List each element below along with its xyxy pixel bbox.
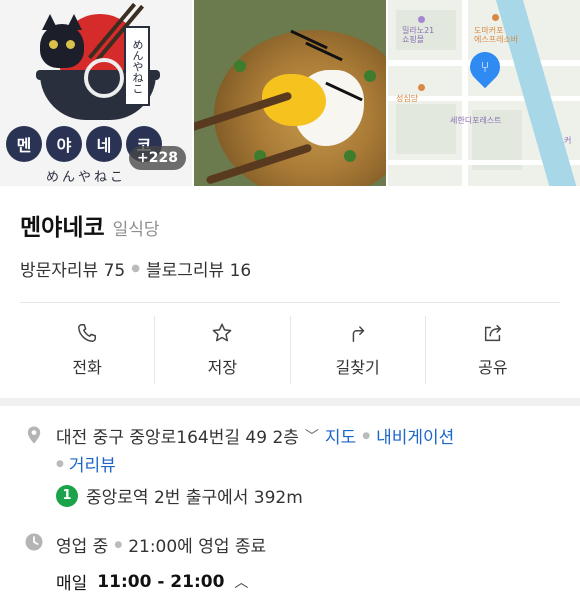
logo-char: 네 — [86, 126, 122, 162]
save-label: 저장 — [207, 358, 238, 377]
subway-line-badge: 1 — [56, 484, 78, 507]
cat-eye — [66, 40, 75, 49]
logo-char: 야 — [46, 126, 82, 162]
map-label: 커 — [564, 136, 572, 145]
logo-noodle-swirl — [84, 58, 124, 98]
map-road — [462, 0, 468, 186]
fork-knife-icon: ⑂ — [480, 58, 490, 76]
clock-icon — [25, 533, 43, 551]
action-bar: 전화 저장 길찾기 공유 — [20, 316, 560, 384]
section-separator — [0, 398, 580, 406]
garnish — [344, 150, 356, 162]
separator-dot: ● — [56, 458, 64, 469]
separator-dot: ● — [362, 430, 371, 441]
map-thumbnail[interactable]: 밀라노21 쇼핑몰 도마커포 에스프레소바 성심당 세한디포레스트 커 ⑂ — [388, 0, 580, 186]
directions-icon — [352, 326, 364, 342]
share-icon — [484, 324, 501, 342]
logo-vertical-text: めんやねこ — [124, 26, 150, 106]
address-row: 대전 중구 중앙로164번길 49 2층 ﹀ 지도 ● 내비게이션 — [56, 423, 454, 448]
logo-char: 멘 — [6, 126, 42, 162]
blog-reviews-link[interactable]: 블로그리뷰 16 — [146, 256, 251, 281]
photo-count-badge[interactable]: +228 — [129, 146, 186, 170]
map-poi-dot — [418, 16, 425, 23]
separator-dot: ● — [131, 263, 140, 274]
chevron-up-icon[interactable]: ︿ — [234, 572, 248, 592]
garnish — [234, 60, 246, 72]
schedule-day: 매일 — [56, 574, 88, 594]
map-poi-dot — [492, 14, 499, 21]
food-photo[interactable] — [194, 0, 386, 186]
subway-info: 1 중앙로역 2번 출구에서 392m — [56, 483, 303, 508]
share-label: 공유 — [478, 358, 508, 377]
visitor-reviews-link[interactable]: 방문자리뷰 75 — [20, 256, 125, 281]
call-button[interactable]: 전화 — [20, 316, 156, 384]
subway-text: 중앙로역 2번 출구에서 392m — [86, 488, 303, 508]
call-label: 전화 — [72, 358, 102, 377]
map-pin[interactable]: ⑂ — [463, 45, 507, 89]
garnish — [364, 70, 376, 82]
place-header: 멘야네코 일식당 — [20, 208, 160, 242]
map-poi-dot — [418, 84, 425, 91]
address-row-2: ● 거리뷰 — [56, 451, 116, 476]
divider — [20, 302, 560, 303]
place-name: 멘야네코 — [20, 215, 105, 241]
hours-status-row: 영업 중 ● 21:00에 영업 종료 — [56, 532, 266, 557]
navigation-link[interactable]: 내비게이션 — [376, 423, 454, 448]
directions-button[interactable]: 길찾기 — [291, 316, 426, 384]
photo-gallery[interactable]: めんやねこ 멘 야 네 코 めんやねこ +228 밀라노21쇼핑몰 — [0, 0, 580, 186]
map-label: 세한디포레스트 — [450, 116, 502, 125]
save-button[interactable]: 저장 — [155, 316, 291, 384]
open-status: 영업 중 — [56, 537, 109, 557]
directions-label: 길찾기 — [335, 358, 380, 377]
share-button[interactable]: 공유 — [426, 316, 560, 384]
street-view-link[interactable]: 거리뷰 — [69, 451, 116, 476]
map-link[interactable]: 지도 — [325, 423, 356, 448]
schedule-time: 11:00 - 21:00 — [97, 571, 225, 592]
logo-cat — [40, 14, 84, 68]
address-text: 대전 중구 중앙로164번길 49 2층 — [56, 428, 299, 448]
logo-photo[interactable]: めんやねこ 멘 야 네 코 めんやねこ +228 — [0, 0, 192, 186]
map-label: 밀라노21 쇼핑몰 — [402, 26, 435, 45]
location-pin-icon — [27, 426, 41, 444]
logo-subtitle: めんやねこ — [46, 170, 127, 185]
closing-time: 21:00에 영업 종료 — [128, 537, 267, 557]
chevron-down-icon[interactable]: ﹀ — [305, 426, 319, 446]
phone-icon — [78, 324, 97, 342]
star-icon — [213, 323, 232, 342]
separator-dot: ● — [114, 539, 123, 550]
place-category: 일식당 — [112, 220, 160, 240]
map-label: 도마커포 에스프레소바 — [474, 26, 519, 45]
map-block — [396, 104, 456, 154]
hours-schedule-row[interactable]: 매일 11:00 - 21:00 ︿ — [56, 569, 248, 595]
review-counts: 방문자리뷰 75 ● 블로그리뷰 16 — [20, 256, 251, 281]
map-label: 성심당 — [396, 94, 419, 103]
cat-eye — [49, 40, 58, 49]
